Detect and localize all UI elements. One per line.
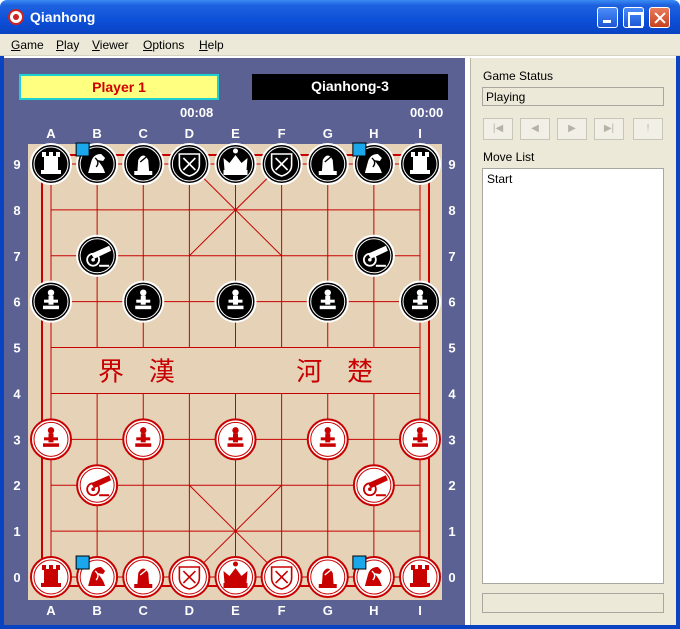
game-status-field: Playing xyxy=(482,87,664,106)
rank-label-right: 0 xyxy=(448,570,455,585)
file-label-bottom: E xyxy=(231,603,240,618)
rank-label-left: 5 xyxy=(13,341,20,356)
black-pawn-piece[interactable] xyxy=(306,280,349,323)
black-cannon-piece[interactable] xyxy=(76,234,119,277)
first-move-button[interactable]: |◀ xyxy=(483,118,513,140)
move-list-label: Move List xyxy=(483,150,535,164)
red-cannon-piece[interactable] xyxy=(352,464,395,507)
file-label-top: H xyxy=(369,126,378,141)
red-bishop-piece[interactable] xyxy=(306,556,349,599)
rank-label-right: 3 xyxy=(448,432,455,447)
move-list-item[interactable]: Start xyxy=(483,169,663,189)
rank-label-right: 9 xyxy=(448,157,455,172)
black-guard-piece[interactable] xyxy=(168,143,211,185)
move-list[interactable]: Start xyxy=(482,168,664,584)
game-status-label: Game Status xyxy=(483,69,554,83)
rank-label-left: 8 xyxy=(13,203,20,218)
black-pawn-piece[interactable] xyxy=(122,280,165,323)
rank-label-left: 1 xyxy=(13,524,20,539)
file-label-top: F xyxy=(278,126,286,141)
selection-marker xyxy=(352,555,367,570)
file-label-bottom: G xyxy=(323,603,333,618)
file-label-top: G xyxy=(323,126,333,141)
rank-label-right: 5 xyxy=(448,341,455,356)
red-pawn-piece[interactable] xyxy=(214,418,257,461)
file-label-bottom: I xyxy=(418,603,422,618)
rank-label-left: 2 xyxy=(13,478,20,493)
file-label-top: B xyxy=(92,126,101,141)
rank-label-left: 6 xyxy=(13,295,20,310)
black-pawn-piece[interactable] xyxy=(214,280,257,323)
file-label-bottom: D xyxy=(185,603,194,618)
red-pawn-piece[interactable] xyxy=(30,418,72,461)
red-rook-piece[interactable] xyxy=(30,556,72,599)
black-pawn-piece[interactable] xyxy=(399,280,441,323)
river-text: 漢 xyxy=(149,358,175,388)
selection-marker xyxy=(75,142,90,157)
red-cannon-piece[interactable] xyxy=(76,464,119,507)
rank-label-right: 1 xyxy=(448,524,455,539)
black-pawn-piece[interactable] xyxy=(30,280,72,323)
file-label-bottom: C xyxy=(139,603,149,618)
rank-label-right: 2 xyxy=(448,478,455,493)
black-king-piece[interactable] xyxy=(214,143,257,185)
red-guard-piece[interactable] xyxy=(260,556,303,599)
file-label-bottom: A xyxy=(46,603,56,618)
rank-label-left: 4 xyxy=(13,386,21,401)
red-pawn-piece[interactable] xyxy=(122,418,165,461)
exclamation-button[interactable]: ! xyxy=(633,118,663,140)
black-bishop-piece[interactable] xyxy=(122,143,165,185)
black-rook-piece[interactable] xyxy=(30,143,72,185)
file-label-top: A xyxy=(46,126,56,141)
red-king-piece[interactable] xyxy=(214,556,257,599)
selection-marker xyxy=(75,555,90,570)
file-label-bottom: F xyxy=(278,603,286,618)
river-text: 界 xyxy=(98,358,124,388)
rank-label-right: 7 xyxy=(448,249,455,264)
river-text: 楚 xyxy=(347,358,373,388)
rank-label-right: 8 xyxy=(448,203,455,218)
rank-label-left: 3 xyxy=(13,432,20,447)
selection-marker xyxy=(352,142,367,157)
previous-move-button[interactable]: ◀ xyxy=(520,118,550,140)
red-guard-piece[interactable] xyxy=(168,556,211,599)
black-rook-piece[interactable] xyxy=(399,143,441,185)
black-bishop-piece[interactable] xyxy=(306,143,349,185)
file-label-top: D xyxy=(185,126,194,141)
file-label-top: E xyxy=(231,126,240,141)
file-label-top: C xyxy=(139,126,149,141)
river-text: 河 xyxy=(296,358,322,388)
move-input-field[interactable] xyxy=(482,593,664,613)
rank-label-left: 9 xyxy=(13,157,20,172)
file-label-bottom: H xyxy=(369,603,378,618)
red-pawn-piece[interactable] xyxy=(399,418,441,461)
rank-label-left: 0 xyxy=(13,570,20,585)
next-move-button[interactable]: ▶ xyxy=(557,118,587,140)
black-cannon-piece[interactable] xyxy=(352,234,395,277)
rank-label-left: 7 xyxy=(13,249,20,264)
red-rook-piece[interactable] xyxy=(399,556,441,599)
red-bishop-piece[interactable] xyxy=(122,556,165,599)
file-label-bottom: B xyxy=(92,603,101,618)
rank-label-right: 6 xyxy=(448,295,455,310)
file-label-top: I xyxy=(418,126,422,141)
red-pawn-piece[interactable] xyxy=(306,418,349,461)
rank-label-right: 4 xyxy=(448,386,456,401)
black-guard-piece[interactable] xyxy=(260,143,303,185)
last-move-button[interactable]: ▶| xyxy=(594,118,624,140)
